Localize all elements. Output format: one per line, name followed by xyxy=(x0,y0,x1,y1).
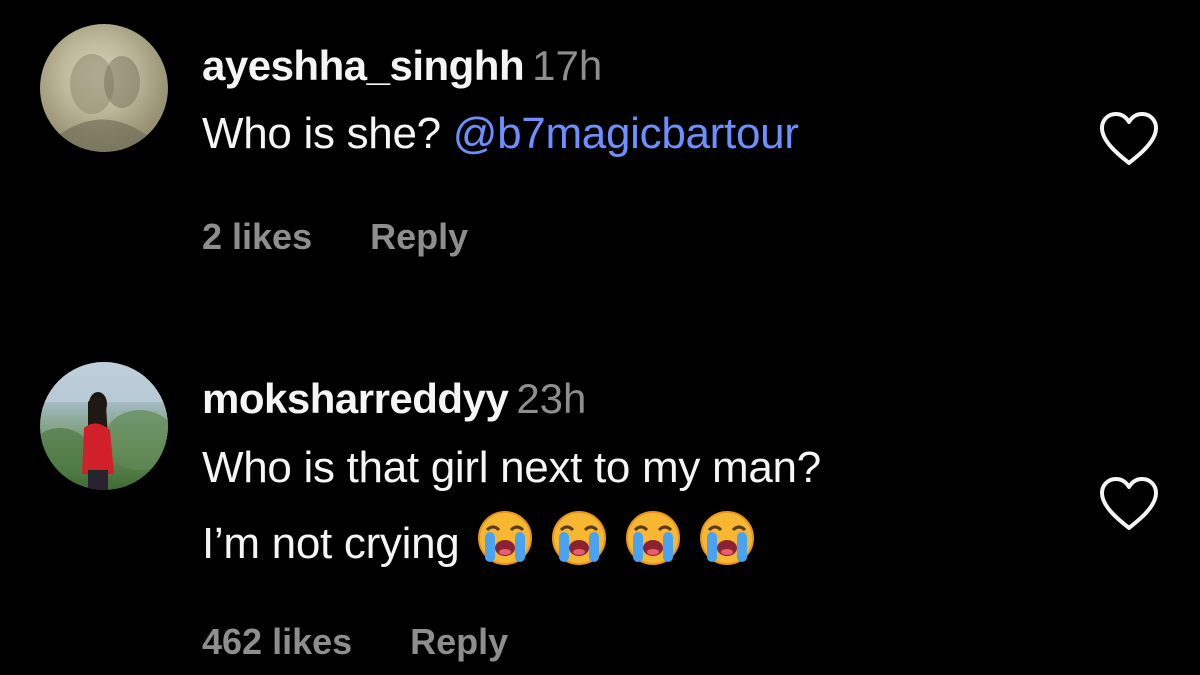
comment-actions: 462 likes Reply xyxy=(202,621,508,663)
comment-body: Who is she? xyxy=(202,109,441,158)
comment-text: Who is she? @b7magicbartour xyxy=(202,96,799,172)
comment-body-line-1: Who is that girl next to my man? xyxy=(202,443,821,492)
reply-button[interactable]: Reply xyxy=(370,216,468,257)
comment-text: Who is that girl next to my man? I’m not… xyxy=(202,430,821,582)
loudly-crying-face-icon xyxy=(699,510,755,566)
avatar[interactable] xyxy=(40,24,168,152)
username-link[interactable]: moksharreddyy xyxy=(202,375,509,422)
username-link[interactable]: ayeshha_singhh xyxy=(202,42,525,89)
likes-count[interactable]: 2 likes xyxy=(202,216,312,257)
avatar-photo xyxy=(60,54,148,152)
reply-button[interactable]: Reply xyxy=(410,621,508,662)
mention-link[interactable]: @b7magicbartour xyxy=(453,109,799,158)
heart-outline-icon[interactable] xyxy=(1098,111,1160,167)
loudly-crying-face-icon xyxy=(625,510,681,566)
avatar-photo xyxy=(40,362,168,490)
avatar[interactable] xyxy=(40,362,168,490)
comment-item: ayeshha_singhh 17h Who is she? @b7magicba… xyxy=(0,0,1200,300)
comment-body-line-2-text: I’m not crying xyxy=(202,519,460,568)
loudly-crying-face-icon xyxy=(477,510,533,566)
comment-item: moksharreddyy 23h Who is that girl next t… xyxy=(0,340,1200,675)
heart-outline-icon[interactable] xyxy=(1098,476,1160,532)
timestamp: 17h xyxy=(532,42,603,89)
comment-header: moksharreddyy 23h xyxy=(202,378,586,420)
loudly-crying-face-icon xyxy=(551,510,607,566)
comment-actions: 2 likes Reply xyxy=(202,216,468,258)
comment-header: ayeshha_singhh 17h xyxy=(202,45,602,87)
comment-body-line-2: I’m not crying xyxy=(202,506,821,582)
likes-count[interactable]: 462 likes xyxy=(202,621,352,662)
timestamp: 23h xyxy=(516,375,587,422)
